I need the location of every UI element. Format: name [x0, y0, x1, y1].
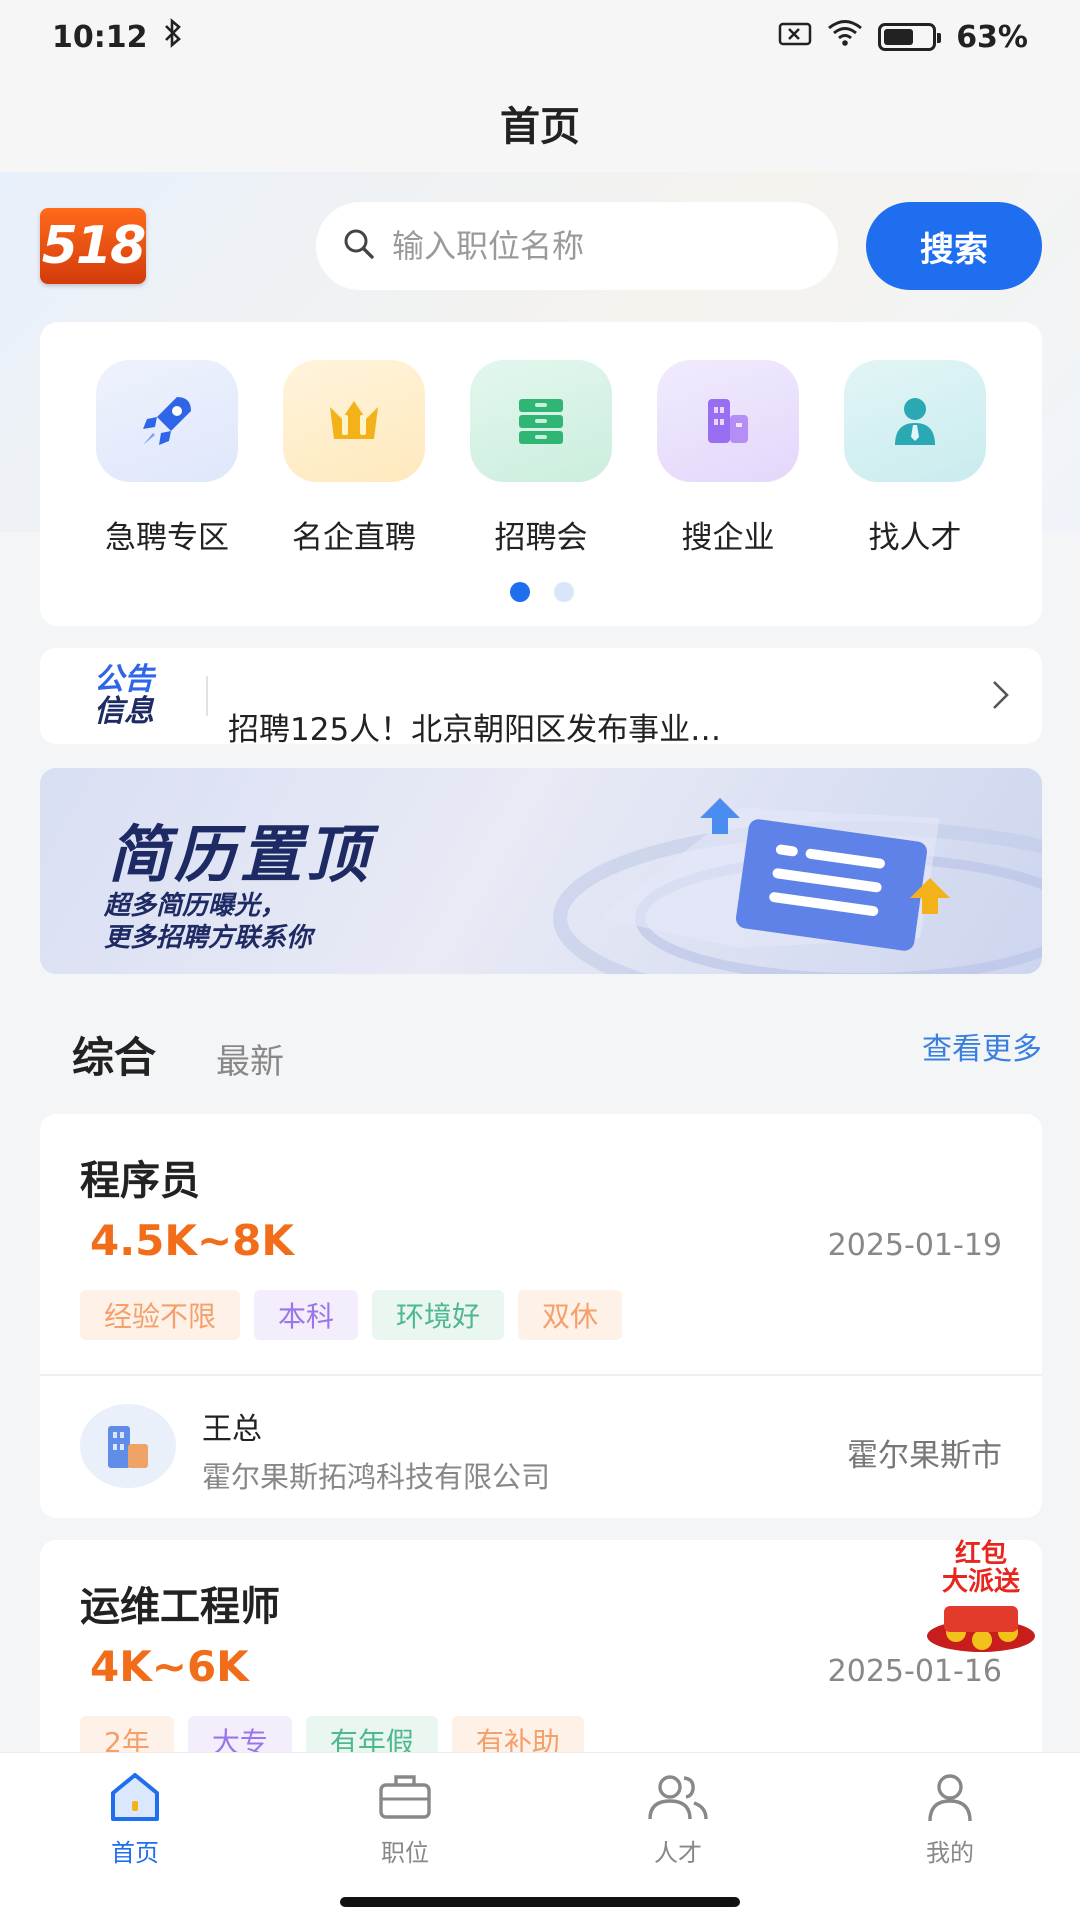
category-label: 找人才: [868, 520, 962, 556]
job-tags: 经验不限 本科 环境好 双休: [80, 1290, 623, 1340]
search-box[interactable]: [316, 202, 838, 290]
job-date: 2025-01-19: [827, 1228, 1002, 1263]
battery-percent: 63%: [956, 19, 1028, 55]
category-label: 搜企业: [681, 520, 775, 556]
people-icon: [646, 1775, 710, 1827]
category-item-urgent[interactable]: 急聘专区: [92, 360, 242, 557]
nav-label: 我的: [926, 1839, 974, 1867]
company-city: 霍尔果斯市: [847, 1438, 1002, 1474]
contact-name: 王总: [202, 1412, 262, 1447]
category-label: 招聘会: [494, 520, 588, 556]
category-item-find-talent[interactable]: 找人才: [840, 360, 990, 557]
red-packet-line1: 红包: [954, 1539, 1007, 1569]
job-salary: 4K~6K: [90, 1642, 249, 1691]
notice-badge: 公告 信息: [94, 664, 154, 728]
category-label: 名企直聘: [292, 520, 416, 556]
feed-tabs: 综合 最新: [72, 1024, 284, 1085]
page-title: 首页: [500, 104, 580, 150]
notice-badge-line2: 信息: [94, 694, 154, 729]
nav-item-home[interactable]: 首页: [55, 1771, 215, 1868]
category-card: 急聘专区 名企直聘 招聘会 搜企业 找人才: [40, 322, 1042, 626]
nav-label: 人才: [654, 1839, 702, 1867]
building-icon: [657, 360, 799, 482]
red-packet-float[interactable]: 红包 大派送: [922, 1536, 1040, 1656]
company-name: 霍尔果斯拓鸿科技有限公司: [202, 1460, 551, 1494]
nav-label: 首页: [111, 1839, 159, 1867]
view-more-link[interactable]: 查看更多: [922, 1024, 1042, 1068]
job-tag: 经验不限: [80, 1290, 241, 1340]
bluetooth-icon: [162, 18, 184, 56]
nav-label: 职位: [381, 1839, 429, 1867]
search-button-label: 搜索: [920, 229, 988, 270]
briefcase-icon: [377, 1775, 433, 1827]
banner-subtitle-line1: 超多简历曝光，: [104, 891, 287, 921]
job-card[interactable]: 运维工程师 4K~6K 2025-01-16 2年 大专 有年假 有补助: [40, 1540, 1042, 1780]
carousel-dot-active[interactable]: [510, 582, 530, 602]
drawer-icon: [470, 360, 612, 482]
job-title: 程序员: [80, 1158, 200, 1204]
status-time: 10:12: [52, 19, 148, 55]
user-icon: [922, 1774, 978, 1827]
job-tag: 环境好: [372, 1290, 505, 1340]
notice-text[interactable]: 招聘125人！北京朝阳区发布事业…: [228, 704, 721, 749]
carousel-indicator: [510, 582, 574, 602]
job-date: 2025-01-16: [827, 1654, 1002, 1689]
person-icon: [844, 360, 986, 482]
battery-icon: [878, 23, 942, 51]
rocket-icon: [96, 360, 238, 482]
banner-subtitle: 超多简历曝光， 更多招聘方联系你: [104, 890, 312, 954]
job-tag: 本科: [254, 1290, 359, 1340]
banner-subtitle-line2: 更多招聘方联系你: [104, 923, 313, 953]
home-indicator: [340, 1897, 740, 1907]
notice-divider: [206, 676, 208, 716]
page-title-bar: 首页: [0, 74, 1080, 172]
chevron-right-icon[interactable]: [990, 678, 1012, 716]
card-divider: [40, 1374, 1042, 1376]
search-input[interactable]: [392, 227, 812, 265]
job-card[interactable]: 程序员 4.5K~8K 2025-01-19 经验不限 本科 环境好 双休 王总…: [40, 1114, 1042, 1518]
logo-text: 518: [41, 216, 147, 276]
home-icon: [107, 1773, 163, 1827]
notice-bar[interactable]: 公告 信息 招聘125人！北京朝阳区发布事业…: [40, 648, 1042, 748]
notice-badge-line1: 公告: [94, 662, 154, 697]
job-salary: 4.5K~8K: [90, 1216, 294, 1265]
search-button[interactable]: 搜索: [866, 202, 1042, 290]
wifi-icon: [826, 19, 864, 55]
company-avatar: [80, 1404, 176, 1488]
tab-latest[interactable]: 最新: [216, 1034, 284, 1085]
red-packet-line2: 大派送: [941, 1567, 1020, 1597]
no-sim-icon: [778, 20, 812, 55]
banner-title: 简历置顶: [108, 818, 373, 891]
category-item-famous-company[interactable]: 名企直聘: [279, 360, 429, 557]
app-logo: 518: [40, 208, 146, 284]
category-item-search-company[interactable]: 搜企业: [653, 360, 803, 557]
category-item-job-fair[interactable]: 招聘会: [466, 360, 616, 557]
job-tag: 双休: [518, 1290, 623, 1340]
carousel-dot[interactable]: [554, 582, 574, 602]
crown-icon: [283, 360, 425, 482]
tab-comprehensive[interactable]: 综合: [72, 1024, 156, 1085]
nav-item-talent[interactable]: 人才: [598, 1771, 758, 1868]
nav-item-mine[interactable]: 我的: [870, 1771, 1030, 1868]
promo-banner[interactable]: 简历置顶 超多简历曝光， 更多招聘方联系你: [40, 768, 1042, 974]
job-title: 运维工程师: [80, 1584, 280, 1630]
search-icon: [342, 227, 376, 265]
nav-item-jobs[interactable]: 职位: [325, 1771, 485, 1868]
category-label: 急聘专区: [105, 520, 229, 556]
status-bar: 10:12 63%: [0, 0, 1080, 74]
bottom-nav: 首页 职位 人才 我的: [0, 1752, 1080, 1920]
